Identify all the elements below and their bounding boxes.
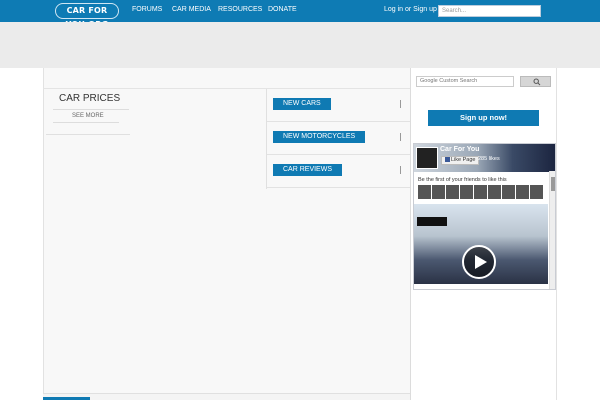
- nav-car-media[interactable]: CAR MEDIA: [172, 6, 211, 13]
- friend-avatar[interactable]: [432, 185, 445, 199]
- search-button[interactable]: [520, 76, 551, 87]
- see-more-divider: [53, 122, 119, 123]
- top-navigation-bar: CAR FOR YOU.ORG FORUMS CAR MEDIA RESOURC…: [0, 0, 600, 29]
- friend-avatar[interactable]: [446, 185, 459, 199]
- site-logo[interactable]: CAR FOR YOU.ORG: [55, 3, 119, 29]
- friend-avatar[interactable]: [474, 185, 487, 199]
- facebook-page-avatar[interactable]: [416, 147, 438, 169]
- facebook-likes-count: 285 likes: [478, 156, 500, 162]
- facebook-cover-image[interactable]: Car For You Like Page 285 likes: [414, 144, 555, 172]
- new-cars-button[interactable]: NEW CARS: [273, 98, 331, 110]
- scrollbar-thumb[interactable]: [551, 177, 555, 191]
- facebook-page-name[interactable]: Car For You: [440, 146, 479, 153]
- facebook-widget-scrollbar[interactable]: [549, 171, 555, 289]
- nav-resources[interactable]: RESOURCES: [218, 6, 262, 13]
- car-reviews-button[interactable]: CAR REVIEWS: [273, 164, 343, 176]
- category-row-car-reviews: CAR REVIEWS: [267, 155, 410, 188]
- friend-avatar[interactable]: [488, 185, 501, 199]
- facebook-friend-faces: [418, 185, 543, 199]
- car-prices-title: CAR PRICES: [59, 93, 121, 104]
- bottom-tab-bar: [43, 393, 410, 400]
- car-prices-divider: [53, 109, 129, 110]
- video-channel-logo: [417, 217, 447, 226]
- friend-avatar[interactable]: [516, 185, 529, 199]
- facebook-page-widget: Car For You Like Page 285 likes Be the f…: [413, 143, 556, 290]
- friend-avatar[interactable]: [530, 185, 543, 199]
- facebook-like-button[interactable]: Like Page: [441, 156, 480, 165]
- friend-avatar[interactable]: [418, 185, 431, 199]
- nav-donate[interactable]: DONATE: [268, 6, 297, 13]
- row-separator: [400, 133, 401, 141]
- facebook-friends-text: Be the first of your friends to like thi…: [418, 177, 507, 183]
- friend-avatar[interactable]: [502, 185, 515, 199]
- category-row-new-motorcycles: NEW MOTORCYCLES: [267, 122, 410, 155]
- category-row-new-cars: NEW CARS: [267, 89, 410, 122]
- car-prices-bottom-divider: [46, 134, 130, 135]
- play-button[interactable]: [462, 245, 496, 279]
- facebook-icon: [445, 157, 450, 163]
- play-icon: [475, 255, 487, 269]
- signup-button[interactable]: Sign up now!: [428, 110, 539, 126]
- nav-forums[interactable]: FORUMS: [132, 6, 162, 13]
- ad-banner-area: [0, 22, 600, 68]
- friend-avatar[interactable]: [460, 185, 473, 199]
- new-motorcycles-button[interactable]: NEW MOTORCYCLES: [273, 131, 366, 143]
- row-separator: [400, 100, 401, 108]
- facebook-video-post[interactable]: [414, 204, 548, 284]
- see-more-link[interactable]: SEE MORE: [72, 113, 104, 119]
- header-search-input[interactable]: Search...: [438, 5, 541, 17]
- row-separator: [400, 166, 401, 174]
- search-icon: [533, 78, 541, 86]
- sidebar-divider: [410, 68, 411, 400]
- login-signup-link[interactable]: Log in or Sign up: [384, 6, 437, 13]
- like-page-label: Like Page: [451, 157, 476, 163]
- google-custom-search-input[interactable]: Google Custom Search: [416, 76, 514, 87]
